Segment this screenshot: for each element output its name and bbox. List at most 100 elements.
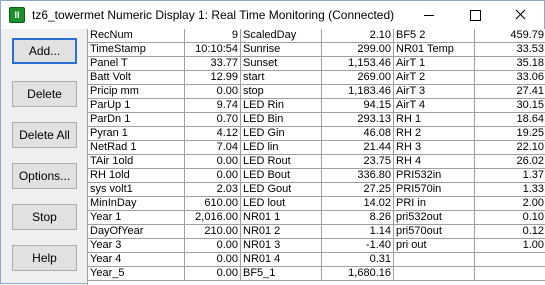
field-label[interactable]: PRI in [394, 197, 475, 211]
field-value[interactable]: 21.44 [322, 141, 394, 155]
field-value[interactable]: 12.99 [185, 71, 241, 85]
field-label[interactable]: start [241, 71, 322, 85]
field-value[interactable]: 1,680.16 [322, 267, 394, 281]
field-value[interactable]: 293.13 [322, 113, 394, 127]
field-value[interactable]: 0.00 [185, 253, 241, 267]
field-label[interactable] [394, 267, 475, 281]
field-label[interactable]: BF5_1 [241, 267, 322, 281]
delete-button[interactable]: Delete [12, 81, 77, 107]
minimize-icon[interactable] [406, 1, 452, 29]
field-label[interactable]: PRI570in [394, 183, 475, 197]
field-label[interactable]: ScaledDay [241, 29, 322, 43]
field-value[interactable]: 10:10:54 [185, 43, 241, 57]
field-value[interactable]: 336.80 [322, 169, 394, 183]
field-value[interactable]: 9.74 [185, 99, 241, 113]
field-label[interactable]: RecNum [88, 29, 185, 43]
field-label[interactable]: PRI532in [394, 169, 475, 183]
field-value[interactable]: 2.03 [185, 183, 241, 197]
field-value[interactable]: 0.12 [475, 225, 545, 239]
field-value[interactable]: 7.04 [185, 141, 241, 155]
field-value[interactable]: 0.00 [185, 85, 241, 99]
field-label[interactable]: LED Rout [241, 155, 322, 169]
field-label[interactable]: MinInDay [88, 197, 185, 211]
field-label[interactable]: ParUp 1 [88, 99, 185, 113]
field-label[interactable]: pri out [394, 239, 475, 253]
field-value[interactable]: 299.00 [322, 43, 394, 57]
field-value[interactable]: 14.02 [322, 197, 394, 211]
field-value[interactable]: 33.53 [475, 43, 545, 57]
field-label[interactable]: TimeStamp [88, 43, 185, 57]
field-value[interactable]: 94.15 [322, 99, 394, 113]
field-value[interactable]: 0.00 [185, 155, 241, 169]
field-label[interactable]: Sunset [241, 57, 322, 71]
field-value[interactable] [475, 253, 545, 267]
field-label[interactable]: Year 1 [88, 211, 185, 225]
field-value[interactable]: 33.77 [185, 57, 241, 71]
field-label[interactable]: LED Gout [241, 183, 322, 197]
field-label[interactable]: NR01 Temp [394, 43, 475, 57]
field-label[interactable]: DayOfYear [88, 225, 185, 239]
field-label[interactable]: LED lout [241, 197, 322, 211]
field-value[interactable]: 269.00 [322, 71, 394, 85]
field-value[interactable]: 1,183.46 [322, 85, 394, 99]
field-value[interactable]: 19.25 [475, 127, 545, 141]
field-label[interactable]: NR01 1 [241, 211, 322, 225]
close-icon[interactable] [498, 1, 544, 29]
field-label[interactable]: Pricip mm [88, 85, 185, 99]
field-label[interactable]: LED Gin [241, 127, 322, 141]
field-value[interactable] [475, 267, 545, 281]
field-label[interactable]: TAir 1old [88, 155, 185, 169]
field-label[interactable]: NR01 3 [241, 239, 322, 253]
field-value[interactable]: 4.12 [185, 127, 241, 141]
field-value[interactable]: 0.00 [185, 239, 241, 253]
field-label[interactable]: RH 3 [394, 141, 475, 155]
field-value[interactable]: 0.10 [475, 211, 545, 225]
field-value[interactable]: 2,016.00 [185, 211, 241, 225]
app-icon[interactable]: II [9, 7, 25, 23]
field-label[interactable]: LED Bout [241, 169, 322, 183]
field-label[interactable]: ParDn 1 [88, 113, 185, 127]
field-value[interactable]: 9 [185, 29, 241, 43]
field-value[interactable]: 30.15 [475, 99, 545, 113]
field-value[interactable]: 27.25 [322, 183, 394, 197]
stop-button[interactable]: Stop [12, 204, 77, 230]
field-label[interactable]: pri532out [394, 211, 475, 225]
field-value[interactable]: 210.00 [185, 225, 241, 239]
field-label[interactable]: RH 4 [394, 155, 475, 169]
field-value[interactable]: 33.06 [475, 71, 545, 85]
delete-all-button[interactable]: Delete All [12, 122, 77, 148]
help-button[interactable]: Help [12, 245, 77, 271]
field-value[interactable]: 2.00 [475, 197, 545, 211]
field-value[interactable]: 2.10 [322, 29, 394, 43]
field-label[interactable]: Year 4 [88, 253, 185, 267]
field-label[interactable]: NR01 4 [241, 253, 322, 267]
field-label[interactable]: AirT 2 [394, 71, 475, 85]
field-value[interactable]: 1.37 [475, 169, 545, 183]
field-value[interactable]: 0.00 [185, 169, 241, 183]
field-value[interactable]: 0.70 [185, 113, 241, 127]
field-value[interactable]: 1.14 [322, 225, 394, 239]
field-label[interactable]: Pyran 1 [88, 127, 185, 141]
field-label[interactable]: Sunrise [241, 43, 322, 57]
field-label[interactable]: Year 3 [88, 239, 185, 253]
field-label[interactable]: stop [241, 85, 322, 99]
field-value[interactable]: 8.26 [322, 211, 394, 225]
field-value[interactable]: 459.79 [475, 29, 545, 43]
field-value[interactable]: 1.00 [475, 239, 545, 253]
field-label[interactable]: LED Rin [241, 99, 322, 113]
field-value[interactable]: 35.18 [475, 57, 545, 71]
field-value[interactable]: 23.75 [322, 155, 394, 169]
title-bar[interactable]: II tz6_towermet Numeric Display 1: Real … [1, 1, 544, 29]
field-value[interactable]: 27.41 [475, 85, 545, 99]
field-label[interactable]: AirT 4 [394, 99, 475, 113]
field-label[interactable]: RH 2 [394, 127, 475, 141]
field-value[interactable]: 1.33 [475, 183, 545, 197]
field-label[interactable]: Batt Volt [88, 71, 185, 85]
field-value[interactable]: 1,153.46 [322, 57, 394, 71]
field-label[interactable]: RH 1old [88, 169, 185, 183]
field-label[interactable]: sys volt1 [88, 183, 185, 197]
field-label[interactable]: NR01 2 [241, 225, 322, 239]
field-value[interactable]: 22.10 [475, 141, 545, 155]
field-value[interactable]: -1.40 [322, 239, 394, 253]
field-value[interactable]: 0.31 [322, 253, 394, 267]
